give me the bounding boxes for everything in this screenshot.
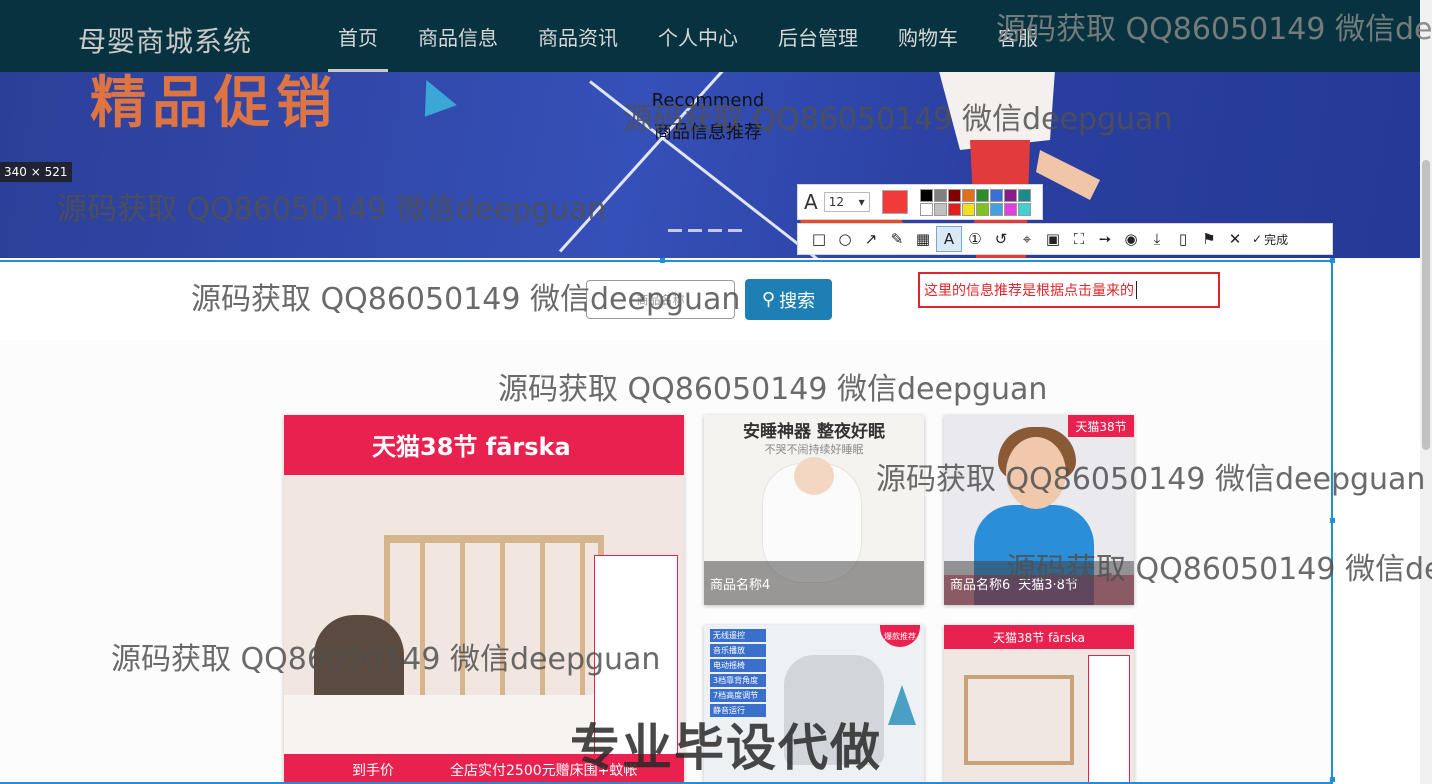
mosaic-icon[interactable]: ▦ [910, 226, 936, 252]
color-swatch[interactable] [933, 202, 947, 216]
color-swatch[interactable] [1017, 188, 1031, 202]
top-navbar: 母婴商城系统 首页 商品信息 商品资讯 个人中心 后台管理 购物车 客服 [0, 0, 1420, 72]
nav-item-admin[interactable]: 后台管理 [758, 0, 878, 72]
recommend-title-en: Recommend [651, 90, 765, 111]
color-swatch[interactable] [933, 188, 947, 202]
color-swatch[interactable] [961, 202, 975, 216]
text-style-toolbar: A 12 ▾ [797, 184, 1043, 220]
nav-item-profile[interactable]: 个人中心 [638, 0, 758, 72]
save-icon[interactable]: ▯ [1170, 226, 1196, 252]
pin-icon[interactable]: ➙ [1092, 226, 1118, 252]
annotation-toolbar: □ ○ ↗ ✎ ▦ A ① ↺ ⌖ ▣ ⛶ ➙ ◉ ⤓ ▯ ⚑ ✕ ✓ 完成 [797, 223, 1333, 255]
color-swatch[interactable] [975, 188, 989, 202]
number-icon[interactable]: ① [962, 226, 988, 252]
scrollbar-thumb[interactable] [1422, 160, 1430, 450]
font-size-select[interactable]: 12 ▾ [823, 192, 870, 212]
chevron-down-icon: ▾ [858, 195, 865, 209]
current-color-swatch[interactable] [881, 190, 908, 214]
ocr-icon[interactable]: ▣ [1040, 226, 1066, 252]
selection-handle[interactable] [660, 258, 665, 263]
undo-icon[interactable]: ↺ [988, 226, 1014, 252]
nav-item-cart[interactable]: 购物车 [878, 0, 978, 72]
carousel-dot[interactable] [688, 229, 702, 232]
screen: 精品促销 母婴商城系统 首页 商品信息 商品资讯 个人中心 后台管理 购物车 客… [0, 0, 1432, 784]
overlay-watermark: 专业毕设代做 [570, 719, 882, 777]
font-icon: A [804, 190, 818, 214]
crop-icon[interactable]: ⌖ [1014, 226, 1040, 252]
recommend-title-cn: 商品信息推荐 [654, 122, 762, 143]
nav-item-news[interactable]: 商品资讯 [518, 0, 638, 72]
color-swatch[interactable] [1003, 188, 1017, 202]
carousel-dot[interactable] [668, 229, 682, 232]
color-swatch[interactable] [947, 202, 961, 216]
ellipse-icon[interactable]: ○ [832, 226, 858, 252]
download-icon[interactable]: ⤓ [1144, 226, 1170, 252]
bookmark-icon[interactable]: ⚑ [1196, 226, 1222, 252]
rectangle-icon[interactable]: □ [806, 226, 832, 252]
color-swatch[interactable] [975, 202, 989, 216]
record-icon[interactable]: ◉ [1118, 226, 1144, 252]
color-swatch[interactable] [989, 188, 1003, 202]
site-logo[interactable]: 母婴商城系统 [78, 20, 252, 60]
arrow-icon[interactable]: ↗ [858, 226, 884, 252]
close-icon[interactable]: ✕ [1222, 226, 1248, 252]
color-palette [919, 188, 1031, 216]
selection-handle[interactable] [1330, 258, 1335, 263]
color-swatch[interactable] [961, 188, 975, 202]
color-swatch[interactable] [989, 202, 1003, 216]
page-scrollbar[interactable] [1420, 0, 1432, 784]
done-button[interactable]: ✓ 完成 [1252, 231, 1288, 248]
nav-item-products[interactable]: 商品信息 [398, 0, 518, 72]
scan-icon[interactable]: ⛶ [1066, 226, 1092, 252]
check-icon: ✓ [1252, 232, 1263, 246]
color-swatch[interactable] [1003, 202, 1017, 216]
screenshot-selection-border [0, 260, 1333, 784]
done-label: 完成 [1264, 232, 1289, 247]
carousel-dot[interactable] [708, 229, 722, 232]
font-size-value: 12 [828, 195, 844, 209]
color-swatch[interactable] [919, 202, 933, 216]
color-swatch[interactable] [1017, 202, 1031, 216]
nav-menu: 首页 商品信息 商品资讯 个人中心 后台管理 购物车 客服 [318, 0, 1058, 72]
color-swatch[interactable] [947, 188, 961, 202]
nav-item-service[interactable]: 客服 [978, 0, 1058, 72]
carousel-indicators[interactable] [668, 229, 742, 232]
text-icon[interactable]: A [936, 226, 962, 252]
carousel-dot[interactable] [728, 229, 742, 232]
nav-item-home[interactable]: 首页 [318, 0, 398, 72]
selection-handle[interactable] [1330, 777, 1335, 782]
selection-size-indicator: 340 × 521 [0, 162, 72, 182]
color-swatch[interactable] [919, 188, 933, 202]
pencil-icon[interactable]: ✎ [884, 226, 910, 252]
selection-handle[interactable] [1330, 518, 1335, 523]
banner-stripe [558, 57, 736, 253]
